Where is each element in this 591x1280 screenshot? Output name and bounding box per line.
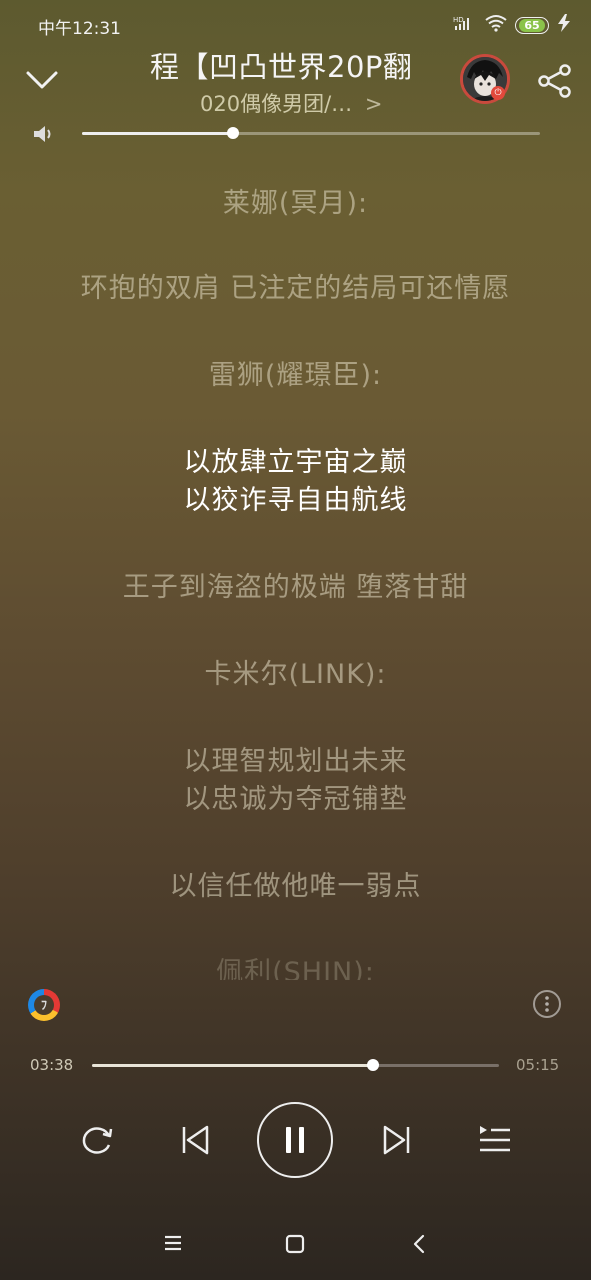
volume-slider-fill	[82, 132, 234, 135]
back-icon	[413, 1234, 425, 1254]
next-button[interactable]	[376, 1120, 416, 1160]
nav-back-button[interactable]	[408, 1232, 432, 1256]
power-badge-icon: ⏻	[491, 86, 505, 100]
lyric-line-active: 以放肆立宇宙之巅	[183, 447, 408, 478]
charging-icon	[557, 14, 571, 36]
lyric-line: 环抱的双肩 已注定的结局可还情愿	[80, 273, 511, 304]
status-time: 中午12:31	[38, 19, 121, 39]
previous-button[interactable]	[176, 1120, 216, 1160]
more-button[interactable]	[533, 990, 561, 1018]
share-icon	[538, 64, 571, 98]
repeat-button[interactable]	[76, 1120, 116, 1160]
lyric-line: 雷狮(耀璟臣):	[208, 360, 383, 391]
seek-bar-fill	[92, 1064, 373, 1067]
lyric-line: 以忠诚为夺冠铺垫	[183, 784, 408, 815]
app-logo-glyph: ﾌ	[34, 995, 54, 1015]
battery-icon: 65	[515, 16, 549, 34]
pause-button[interactable]	[257, 1102, 333, 1178]
collapse-button[interactable]	[24, 64, 60, 96]
lyric-line: 佩利(SHIN):	[216, 957, 375, 980]
speaker-icon[interactable]	[32, 124, 56, 144]
playlist-icon	[480, 1126, 510, 1152]
share-button[interactable]	[537, 64, 573, 98]
lyric-line: 王子到海盗的极端 堕落甘甜	[122, 572, 469, 603]
more-vertical-icon	[545, 996, 549, 1012]
chevron-down-icon	[26, 71, 58, 89]
playlist-button[interactable]	[474, 1120, 514, 1160]
home-square-icon	[285, 1234, 305, 1254]
seek-bar-thumb[interactable]	[366, 1059, 379, 1071]
artist-link[interactable]: 020偶像男团/… >	[200, 88, 430, 118]
lyric-line: 莱娜(冥月):	[222, 188, 369, 219]
chevron-right-icon: >	[364, 92, 383, 116]
status-icons: HD 65	[453, 14, 571, 36]
nav-recents-button[interactable]	[160, 1232, 186, 1254]
signal-icon: HD	[453, 15, 477, 35]
volume-slider-thumb[interactable]	[227, 127, 240, 139]
next-icon	[383, 1125, 410, 1155]
artist-name: 020偶像男团/…	[200, 92, 353, 116]
lyric-line: 以信任做他唯一弱点	[169, 871, 422, 902]
total-time: 05:15	[516, 1056, 560, 1074]
pause-icon	[286, 1127, 304, 1153]
lyric-line-active: 以狡诈寻自由航线	[183, 485, 408, 516]
lyric-line: 以理智规划出未来	[183, 746, 408, 777]
wifi-icon	[485, 14, 507, 36]
current-time: 03:38	[30, 1056, 74, 1074]
lyric-line: 卡米尔(LINK):	[204, 659, 387, 690]
song-title: 程【凹凸世界20P翻	[150, 50, 413, 84]
nav-home-button[interactable]	[283, 1232, 307, 1256]
previous-icon	[182, 1125, 209, 1155]
menu-icon	[165, 1235, 181, 1251]
repeat-icon	[82, 1127, 113, 1154]
svg-text:HD: HD	[453, 16, 464, 24]
